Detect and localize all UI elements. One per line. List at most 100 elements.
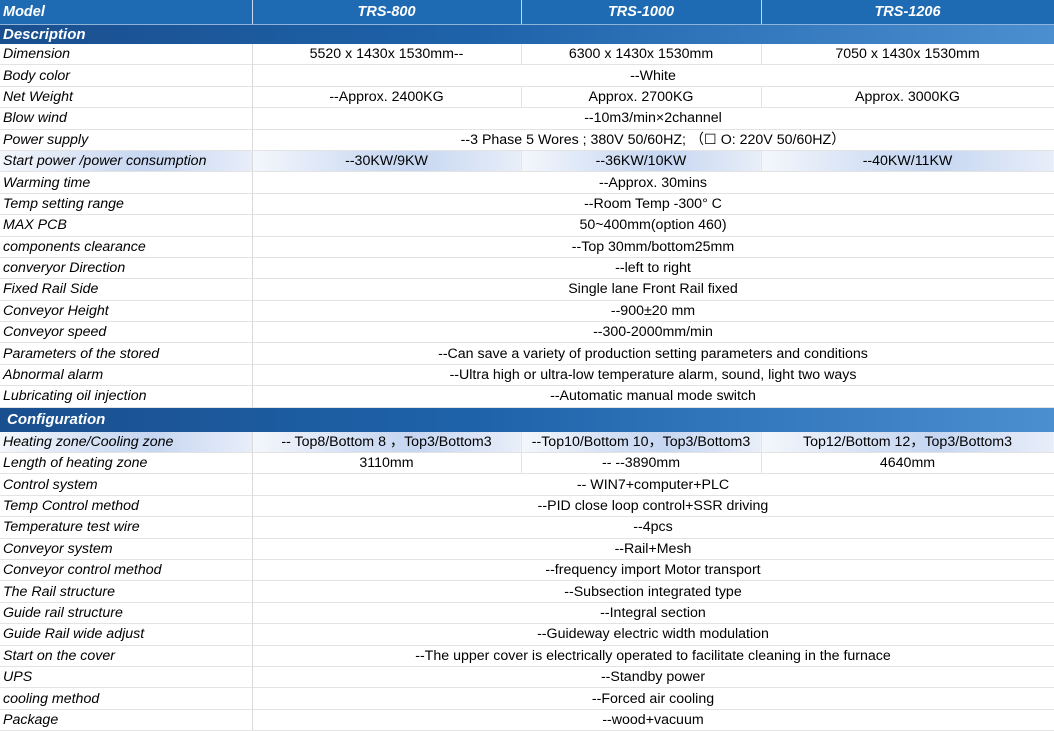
spec-label: Power supply — [0, 129, 253, 151]
spec-value: 6300 x 1430x 1530mm — [521, 44, 762, 66]
spec-table: Model TRS-800 TRS-1000 TRS-1206 Descript… — [0, 0, 1054, 731]
spec-value: --frequency import Motor transport — [252, 559, 1054, 582]
spec-label: components clearance — [0, 236, 253, 258]
spec-row: Power supply --3 Phase 5 Wores ; 380V 50/… — [0, 129, 1054, 151]
spec-value: --Ultra high or ultra-low temperature al… — [252, 364, 1054, 387]
spec-row: Guide rail structure --Integral section — [0, 602, 1054, 625]
spec-row: Lubricating oil injection --Automatic man… — [0, 385, 1054, 408]
spec-row: Net Weight --Approx. 2400KG Approx. 2700KG… — [0, 86, 1054, 109]
spec-table-body: Model TRS-800 TRS-1000 TRS-1206 Descript… — [0, 0, 1054, 731]
spec-value: --Top 30mm/bottom25mm — [252, 236, 1054, 258]
spec-value: --Standby power — [252, 666, 1054, 689]
spec-label: cooling method — [0, 687, 253, 710]
spec-value: --wood+vacuum — [252, 709, 1054, 731]
spec-value: --Forced air cooling — [252, 687, 1054, 710]
spec-row: Conveyor control method --frequency impor… — [0, 559, 1054, 582]
spec-row: Conveyor speed --300-2000mm/min — [0, 321, 1054, 344]
spec-value: --left to right — [252, 257, 1054, 280]
spec-value: --White — [252, 64, 1054, 87]
spec-value: 5520 x 1430x 1530mm-- — [252, 44, 522, 66]
model-name: TRS-1206 — [761, 0, 1054, 25]
spec-value: Approx. 2700KG — [521, 86, 762, 109]
spec-label: Lubricating oil injection — [0, 385, 253, 408]
spec-row: converyor Direction --left to right — [0, 257, 1054, 280]
spec-value: --Can save a variety of production setti… — [252, 342, 1054, 365]
spec-value: --Guideway electric width modulation — [252, 623, 1054, 646]
spec-row: Heating zone/Cooling zone -- Top8/Bottom … — [0, 431, 1054, 454]
spec-label: Conveyor Height — [0, 300, 253, 323]
spec-row: Start on the cover --The upper cover is e… — [0, 645, 1054, 667]
spec-label: Fixed Rail Side — [0, 278, 253, 301]
spec-row: Length of heating zone 3110mm -- --3890mm 4… — [0, 452, 1054, 475]
spec-value: --36KW/10KW — [521, 150, 762, 173]
spec-row: Temp setting range --Room Temp -300° C — [0, 193, 1054, 216]
spec-value: --PID close loop control+SSR driving — [252, 495, 1054, 518]
spec-value: Single lane Front Rail fixed — [252, 278, 1054, 301]
spec-label: MAX PCB — [0, 214, 253, 237]
spec-label: Start on the cover — [0, 645, 253, 667]
spec-row: Guide Rail wide adjust --Guideway electri… — [0, 623, 1054, 646]
section-title: Configuration — [0, 407, 1054, 432]
section-title: Description — [0, 24, 1054, 44]
spec-label: Parameters of the stored — [0, 342, 253, 365]
spec-label: Abnormal alarm — [0, 364, 253, 387]
spec-value: --Rail+Mesh — [252, 538, 1054, 560]
spec-value: 50~400mm(option 460) — [252, 214, 1054, 237]
spec-row: Abnormal alarm --Ultra high or ultra-low … — [0, 364, 1054, 387]
spec-row: Parameters of the stored --Can save a var… — [0, 342, 1054, 365]
spec-label: Start power /power consumption — [0, 150, 253, 173]
spec-value: --10m3/min×2channel — [252, 107, 1054, 130]
spec-row: The Rail structure --Subsection integrate… — [0, 580, 1054, 603]
spec-row: Dimension 5520 x 1430x 1530mm-- 6300 x 143… — [0, 44, 1054, 66]
spec-value: --The upper cover is electrically operat… — [252, 645, 1054, 667]
spec-value: -- Top8/Bottom 8 ，Top3/Bottom3 — [252, 431, 522, 454]
spec-label: Guide rail structure — [0, 602, 253, 625]
spec-row: Start power /power consumption --30KW/9KW… — [0, 150, 1054, 173]
spec-row: Fixed Rail Side Single lane Front Rail fi… — [0, 278, 1054, 301]
spec-label: Conveyor speed — [0, 321, 253, 344]
spec-value: 3110mm — [252, 452, 522, 475]
model-name: TRS-800 — [252, 0, 522, 25]
spec-row: components clearance --Top 30mm/bottom25m… — [0, 236, 1054, 258]
spec-label: Dimension — [0, 44, 253, 66]
spec-value: --Approx. 30mins — [252, 171, 1054, 194]
spec-value: --Automatic manual mode switch — [252, 385, 1054, 408]
spec-label: Guide Rail wide adjust — [0, 623, 253, 646]
spec-value: --3 Phase 5 Wores ; 380V 50/60HZ; （☐ O: … — [252, 129, 1054, 151]
spec-row: MAX PCB 50~400mm(option 460) — [0, 214, 1054, 237]
spec-label: Control system — [0, 473, 253, 496]
spec-value: --Integral section — [252, 602, 1054, 625]
spec-value: --Room Temp -300° C — [252, 193, 1054, 216]
spec-label: The Rail structure — [0, 580, 253, 603]
spec-row: UPS --Standby power — [0, 666, 1054, 689]
spec-value: --30KW/9KW — [252, 150, 522, 173]
spec-value: --Subsection integrated type — [252, 580, 1054, 603]
spec-row: cooling method --Forced air cooling — [0, 687, 1054, 710]
spec-value: --Top10/Bottom 10，Top3/Bottom3 — [521, 431, 762, 454]
spec-label: Temp Control method — [0, 495, 253, 518]
spec-label: UPS — [0, 666, 253, 689]
spec-value: --Approx. 2400KG — [252, 86, 522, 109]
spec-row: Temp Control method --PID close loop cont… — [0, 495, 1054, 518]
header-row: Model TRS-800 TRS-1000 TRS-1206 — [0, 0, 1054, 25]
spec-label: Conveyor system — [0, 538, 253, 560]
spec-label: Blow wind — [0, 107, 253, 130]
spec-value: Top12/Bottom 12，Top3/Bottom3 — [761, 431, 1054, 454]
section-header-configuration: Configuration — [0, 407, 1054, 432]
spec-label: Heating zone/Cooling zone — [0, 431, 253, 454]
spec-value: --300-2000mm/min — [252, 321, 1054, 344]
spec-label: Package — [0, 709, 253, 731]
spec-label: Body color — [0, 64, 253, 87]
spec-value: -- --3890mm — [521, 452, 762, 475]
spec-value: Approx. 3000KG — [761, 86, 1054, 109]
model-label: Model — [0, 0, 253, 25]
spec-label: Conveyor control method — [0, 559, 253, 582]
section-header-description: Description — [0, 24, 1054, 44]
spec-row: Warming time --Approx. 30mins — [0, 171, 1054, 194]
spec-label: Warming time — [0, 171, 253, 194]
spec-value: 4640mm — [761, 452, 1054, 475]
spec-value: --900±20 mm — [252, 300, 1054, 323]
spec-value: --40KW/11KW — [761, 150, 1054, 173]
spec-label: Temperature test wire — [0, 516, 253, 539]
spec-row: Conveyor system --Rail+Mesh — [0, 538, 1054, 560]
